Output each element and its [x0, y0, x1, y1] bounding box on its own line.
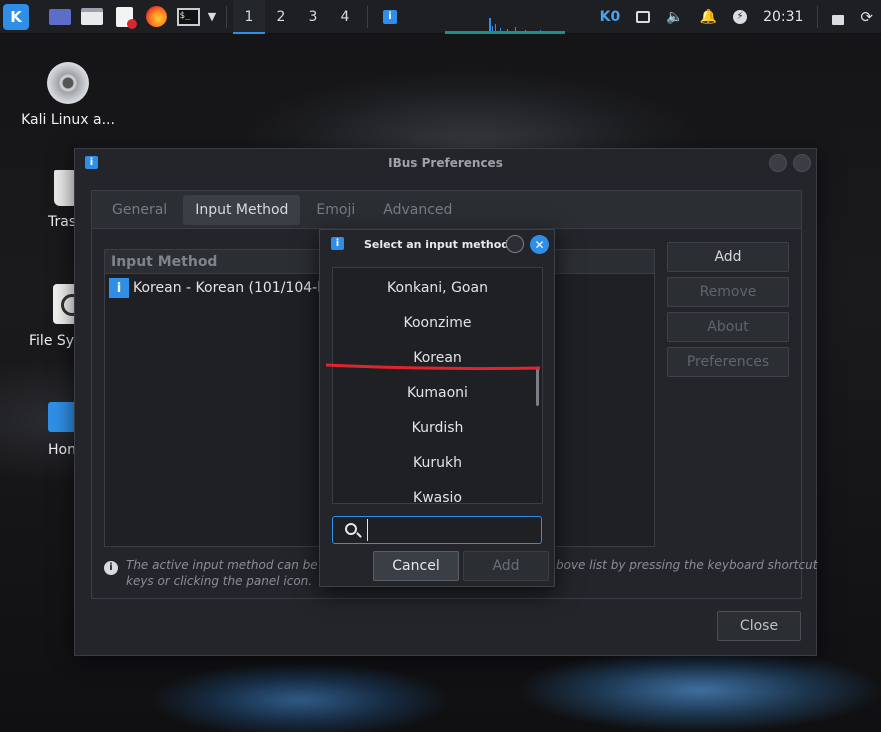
workspace-4[interactable]: 4	[329, 0, 361, 34]
dialog-close-button[interactable]: ✕	[530, 235, 549, 254]
search-field[interactable]	[332, 516, 542, 544]
window-title: IBus Preferences	[388, 156, 503, 170]
list-item[interactable]: Koonzime	[333, 305, 542, 340]
minimize-button[interactable]	[769, 154, 787, 172]
launcher-dropdown-button[interactable]: ▼	[204, 0, 220, 34]
ibus-task-button[interactable]: i	[374, 0, 406, 34]
volume-icon: 🔈	[666, 9, 684, 25]
list-item[interactable]: Kurukh	[333, 445, 542, 480]
power-tray-button[interactable]: ⚡	[725, 0, 755, 34]
cancel-button[interactable]: Cancel	[373, 551, 459, 581]
workspace-2[interactable]: 2	[265, 0, 297, 34]
dialog-add-button[interactable]: Add	[463, 551, 549, 581]
list-item[interactable]: Kwasio	[333, 480, 542, 504]
desktop-icon-kali-disc[interactable]: Kali Linux a...	[18, 62, 118, 128]
application-menu-button[interactable]: K	[0, 0, 32, 34]
workspace-3[interactable]: 3	[297, 0, 329, 34]
network-icon	[636, 11, 651, 23]
annotation-underline	[326, 363, 540, 371]
tab-emoji[interactable]: Emoji	[304, 195, 367, 225]
list-item[interactable]: Konkani, Goan	[333, 270, 542, 305]
tab-input-method[interactable]: Input Method	[183, 194, 301, 225]
language-list: Konkani, Goan Koonzime Korean Kumaoni Ku…	[332, 267, 543, 504]
info-icon: i	[85, 156, 98, 169]
close-button[interactable]: Close	[717, 611, 801, 641]
close-window-button[interactable]	[793, 154, 811, 172]
list-item[interactable]: Kurdish	[333, 410, 542, 445]
hint-text-right: bove list by pressing the keyboard short…	[556, 558, 818, 572]
panel-separator	[226, 5, 227, 28]
show-desktop-button[interactable]	[44, 0, 76, 34]
list-item[interactable]: Kumaoni	[333, 375, 542, 410]
logout-button[interactable]: ⟳	[852, 0, 881, 34]
network-tray-button[interactable]	[628, 0, 658, 34]
workspace-1[interactable]: 1	[233, 0, 265, 34]
panel-separator	[367, 5, 368, 28]
cpu-graph	[445, 18, 565, 34]
add-button[interactable]: Add	[667, 242, 789, 272]
desktop-icon-label: Kali Linux a...	[21, 112, 115, 128]
info-circle-icon: i	[104, 561, 118, 575]
optical-disc-icon	[47, 62, 89, 104]
info-icon: i	[109, 278, 129, 298]
system-tray: K0 🔈 🔔 ⚡ 20:31 ⟳	[592, 0, 881, 34]
select-input-method-dialog: i Select an input method ✕ Konkani, Goan…	[319, 229, 555, 587]
logout-icon: ⟳	[860, 8, 873, 26]
folder-icon	[81, 8, 103, 25]
firefox-launcher[interactable]	[140, 0, 172, 34]
tab-bar: General Input Method Emoji Advanced	[92, 191, 801, 229]
text-editor-icon	[115, 6, 137, 29]
hint-text-line2: keys or clicking the panel icon.	[126, 574, 313, 588]
list-item-label: Korean - Korean (101/104-key	[133, 280, 342, 296]
lock-icon	[832, 14, 845, 25]
window-titlebar[interactable]: i IBus Preferences	[75, 149, 816, 177]
dialog-title: Select an input method	[364, 237, 510, 251]
volume-tray-button[interactable]: 🔈	[658, 0, 691, 34]
hint-text-line1: The active input method can be switched …	[126, 558, 318, 572]
keyboard-layout-indicator[interactable]: K0	[592, 0, 629, 34]
file-manager-launcher[interactable]	[76, 0, 108, 34]
text-editor-launcher[interactable]	[108, 0, 140, 34]
preferences-button[interactable]: Preferences	[667, 347, 789, 377]
panel-separator	[817, 6, 819, 28]
search-icon	[345, 523, 357, 535]
bell-icon: 🔔	[699, 9, 718, 25]
close-icon: ✕	[534, 237, 545, 252]
dialog-minimize-button[interactable]	[506, 235, 524, 253]
clock[interactable]: 20:31	[755, 0, 811, 34]
power-icon: ⚡	[733, 10, 748, 24]
scrollbar-thumb[interactable]	[536, 368, 539, 406]
dialog-titlebar[interactable]: i Select an input method ✕	[320, 230, 554, 258]
tab-advanced[interactable]: Advanced	[371, 195, 464, 225]
terminal-launcher[interactable]: $_	[172, 0, 204, 34]
chevron-down-icon: ▼	[207, 10, 217, 23]
tab-general[interactable]: General	[100, 195, 179, 225]
remove-button[interactable]: Remove	[667, 277, 789, 307]
notifications-tray-button[interactable]: 🔔	[692, 0, 725, 34]
about-button[interactable]: About	[667, 312, 789, 342]
top-panel: K $_ ▼ 1 2 3 4 i K0 🔈 🔔 ⚡ 20:31 ⟳	[0, 0, 881, 34]
info-icon: i	[383, 9, 397, 24]
info-icon: i	[331, 237, 344, 250]
kali-menu-icon: K	[3, 3, 29, 30]
terminal-icon: $_	[176, 7, 200, 26]
desktop-icon	[49, 8, 71, 25]
search-input[interactable]	[367, 519, 537, 541]
firefox-icon	[145, 6, 167, 27]
lock-screen-button[interactable]	[824, 0, 852, 34]
